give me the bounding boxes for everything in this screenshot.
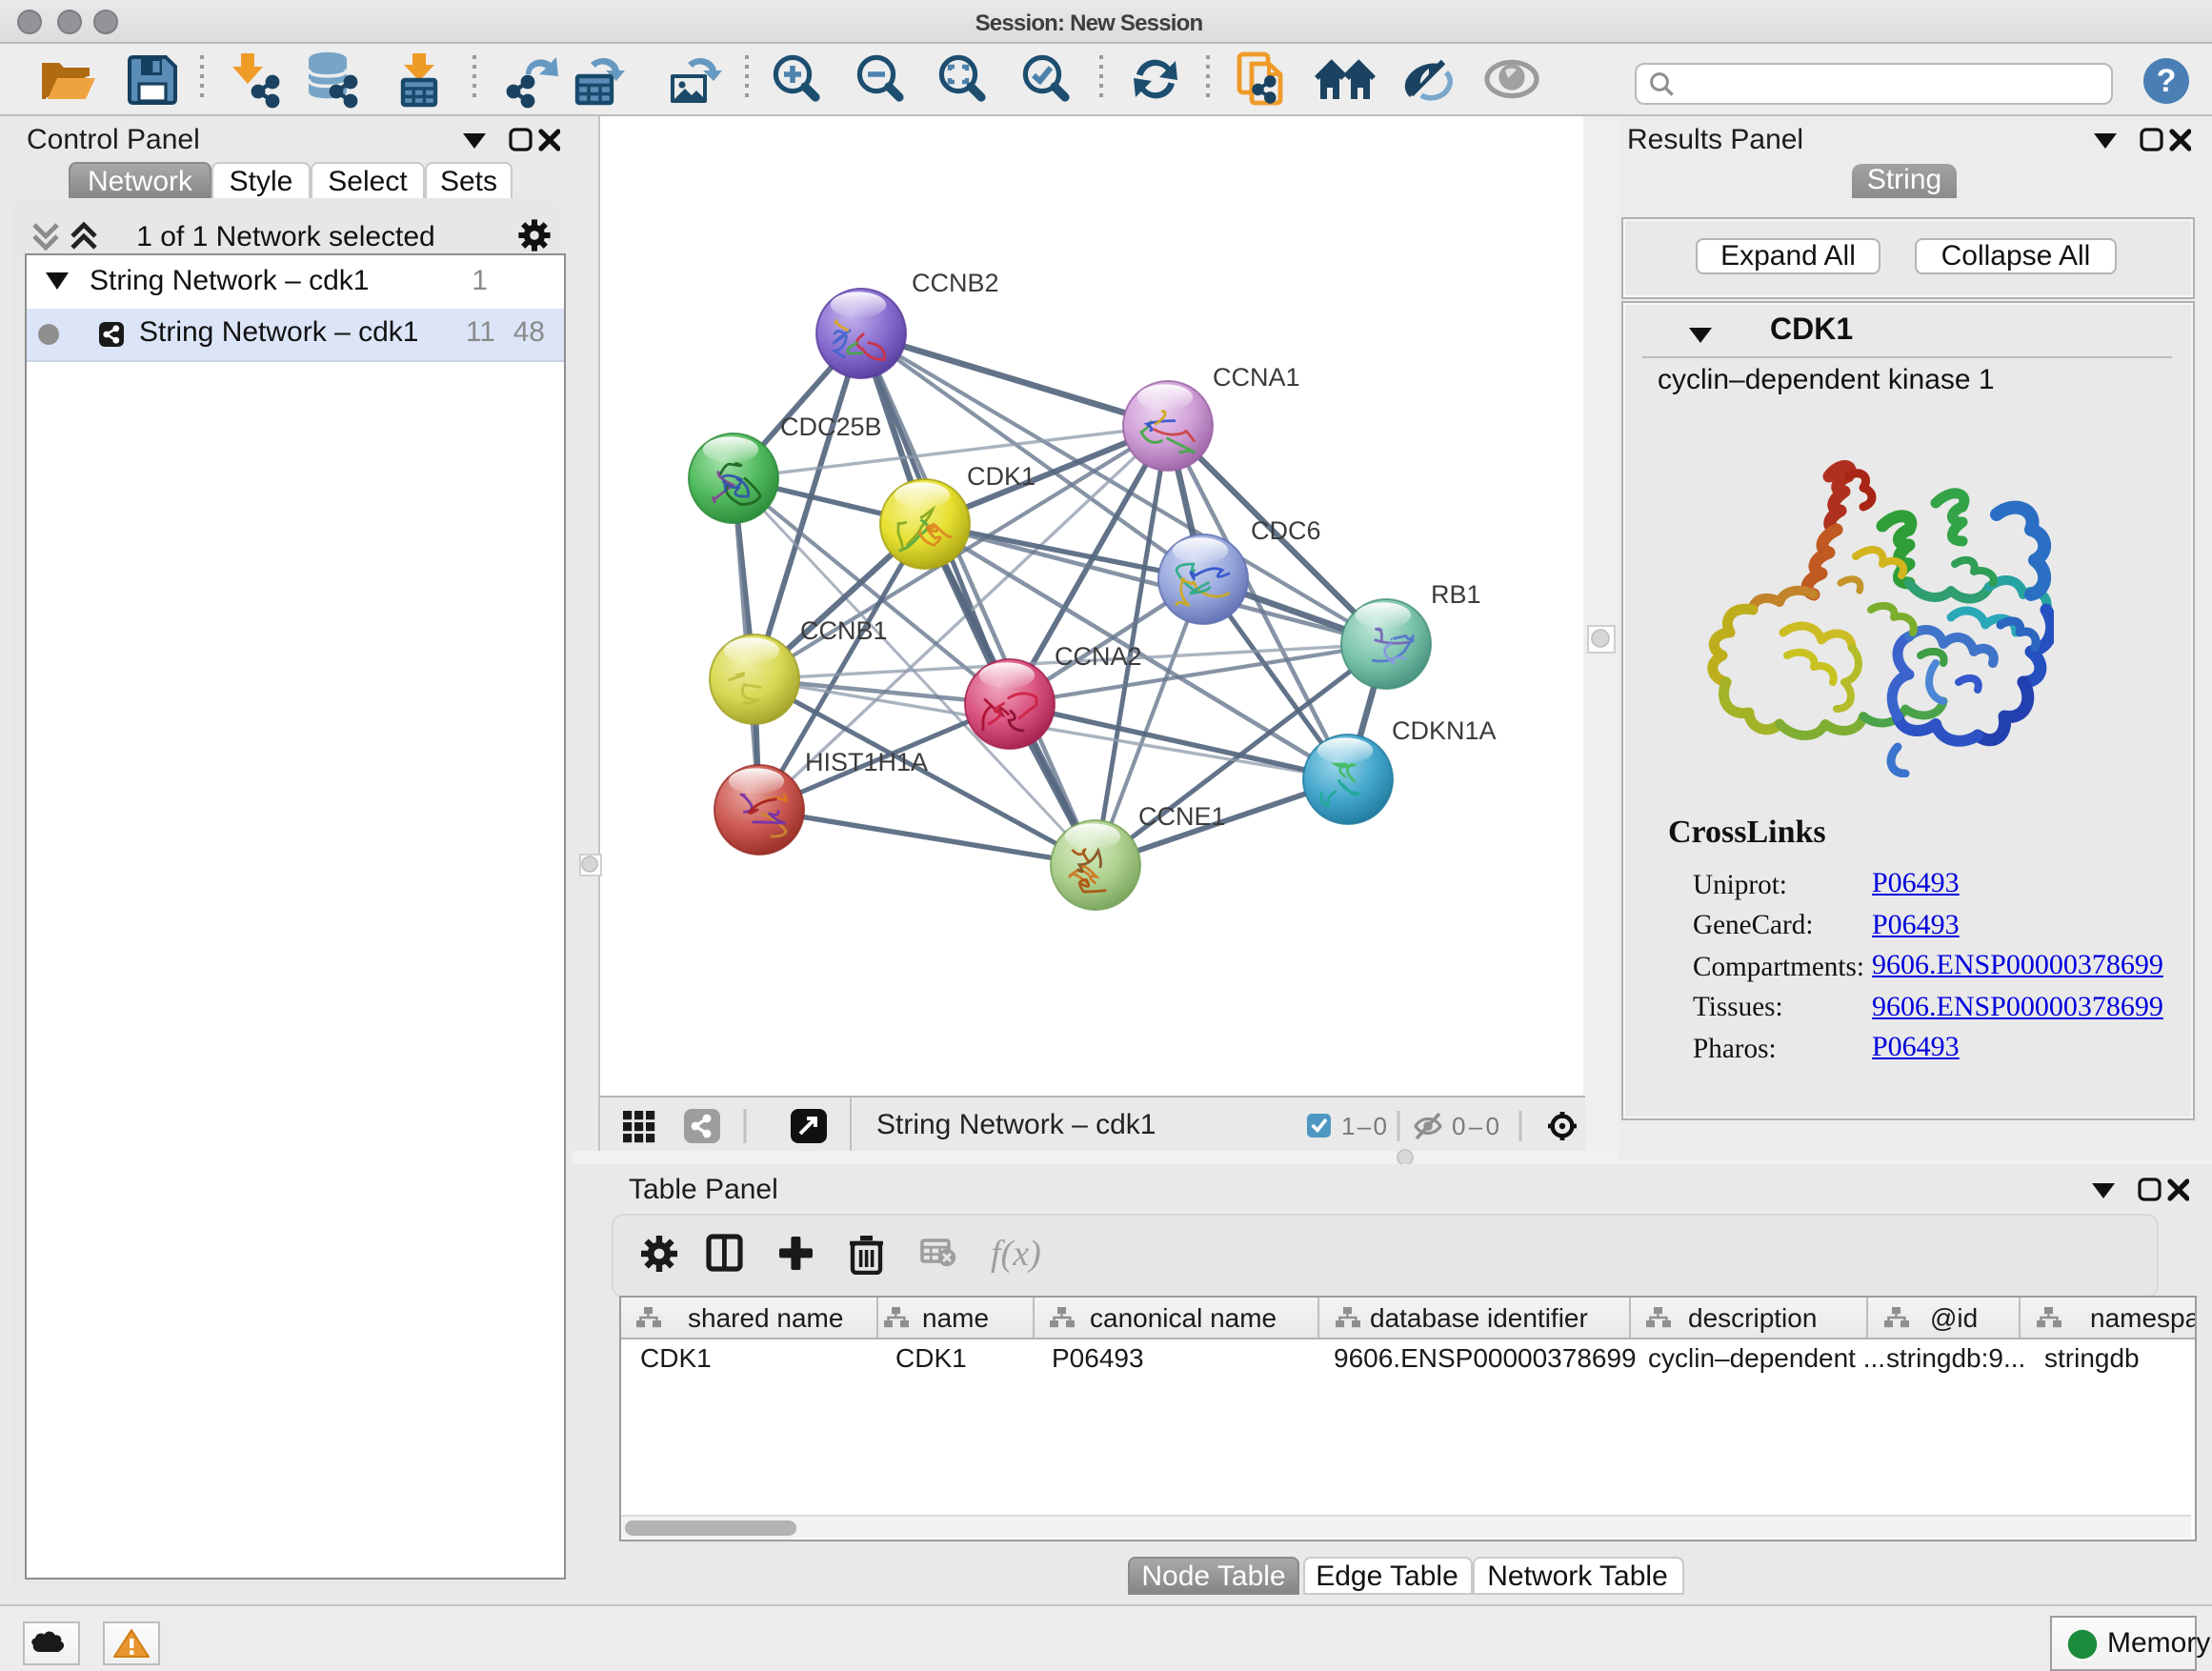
svg-text:namespac: namespac xyxy=(2090,1303,2195,1333)
svg-text:CDKN1A: CDKN1A xyxy=(1392,716,1497,745)
svg-text:1 – 0: 1 – 0 xyxy=(1341,1112,1387,1140)
svg-text:name: name xyxy=(922,1303,989,1333)
svg-text:cyclin–dependent ...: cyclin–dependent ... xyxy=(1648,1343,1885,1373)
svg-text:CDK1: CDK1 xyxy=(895,1343,967,1373)
svg-text:?: ? xyxy=(2157,63,2177,99)
svg-text:stringdb: stringdb xyxy=(2044,1343,2140,1373)
svg-text:0 – 0: 0 – 0 xyxy=(1452,1112,1499,1140)
svg-text:description: description xyxy=(1688,1303,1817,1333)
svg-text:CDC25B: CDC25B xyxy=(780,413,882,441)
svg-text:stringdb:9...: stringdb:9... xyxy=(1886,1343,2025,1373)
svg-text:@id: @id xyxy=(1930,1303,1978,1333)
svg-text:CCNA2: CCNA2 xyxy=(1055,642,1142,671)
svg-text:CCNA1: CCNA1 xyxy=(1213,363,1300,392)
svg-text:CCNE1: CCNE1 xyxy=(1138,802,1226,831)
svg-text:shared name: shared name xyxy=(688,1303,843,1333)
svg-text:canonical name: canonical name xyxy=(1090,1303,1277,1333)
svg-text:9606.ENSP00000378699: 9606.ENSP00000378699 xyxy=(1334,1343,1637,1373)
svg-text:CDK1: CDK1 xyxy=(640,1343,712,1373)
svg-text:RB1: RB1 xyxy=(1431,580,1481,609)
svg-text:CCNB1: CCNB1 xyxy=(800,616,888,645)
svg-text:f(x): f(x) xyxy=(991,1234,1041,1274)
svg-text:database identifier: database identifier xyxy=(1370,1303,1588,1333)
svg-text:P06493: P06493 xyxy=(1052,1343,1144,1373)
svg-text:CDC6: CDC6 xyxy=(1251,516,1321,545)
svg-text:CCNB2: CCNB2 xyxy=(912,269,999,297)
svg-text:CDK1: CDK1 xyxy=(967,462,1036,491)
svg-text:HIST1H1A: HIST1H1A xyxy=(805,748,928,776)
